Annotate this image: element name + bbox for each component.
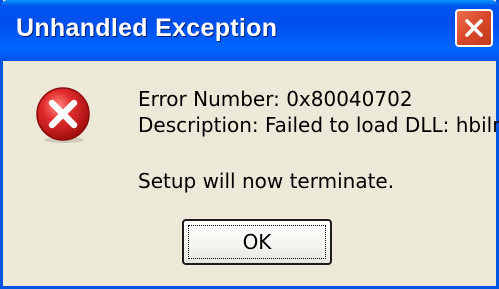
dialog-window: Unhandled Exception Error Number: 0x8004…: [0, 0, 499, 289]
ok-button-label: OK: [242, 230, 272, 254]
error-icon: [36, 87, 90, 143]
ok-button[interactable]: OK: [182, 219, 332, 265]
title-bar[interactable]: Unhandled Exception: [0, 0, 499, 61]
error-description-text: Description: Failed to load DLL: hbilm: [138, 113, 499, 137]
dialog-title: Unhandled Exception: [16, 14, 278, 42]
error-number-text: Error Number: 0x80040702: [138, 87, 413, 111]
terminate-message: Setup will now terminate.: [138, 169, 395, 193]
close-icon: [465, 19, 483, 37]
close-button[interactable]: [455, 9, 493, 47]
